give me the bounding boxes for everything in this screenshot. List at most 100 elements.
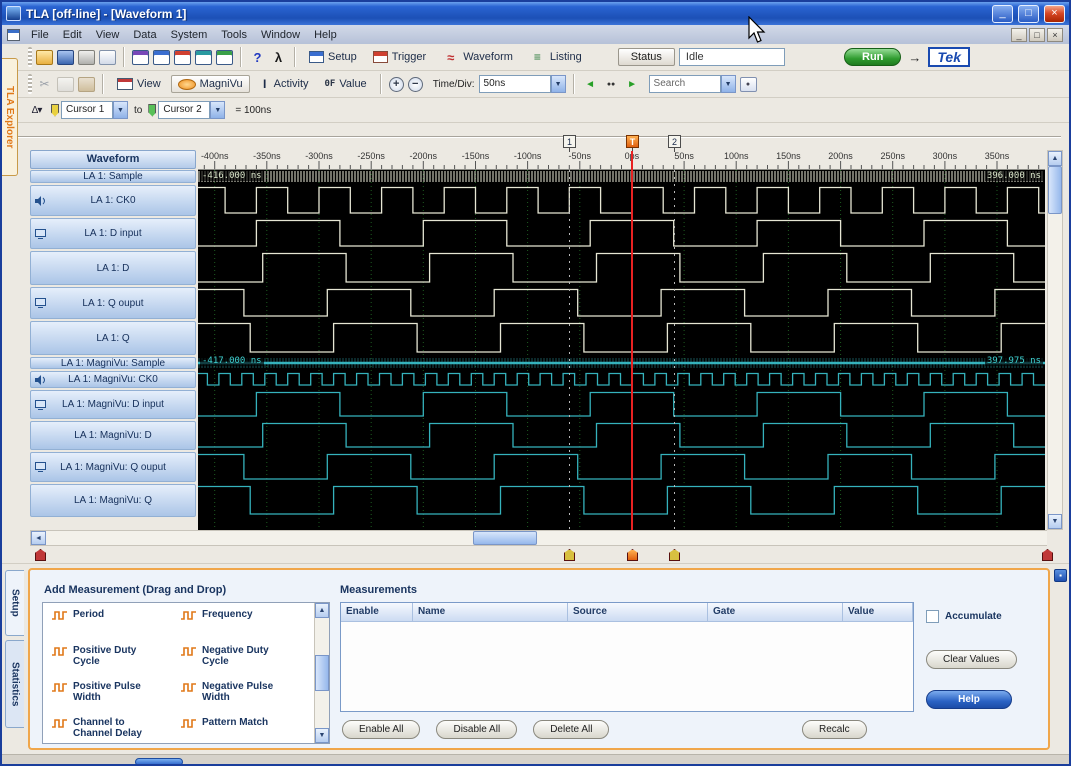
timediv-select[interactable]: 50ns ▼ [479, 75, 566, 93]
mdi-child-icon[interactable] [7, 29, 20, 41]
side-tab-statistics[interactable]: Statistics [5, 640, 24, 728]
enable-all-button[interactable]: Enable All [342, 720, 420, 739]
disable-all-button[interactable]: Disable All [436, 720, 517, 739]
waveform-button[interactable]: Waveform [436, 48, 519, 67]
scroll-down-icon[interactable]: ▼ [1048, 514, 1062, 529]
data-begin-marker[interactable] [35, 549, 46, 561]
measurement-item-positive-duty-cycle[interactable]: Positive Duty Cycle [51, 645, 180, 681]
trigger-bottom-marker[interactable] [627, 549, 638, 561]
zoom-out-icon[interactable] [408, 77, 423, 92]
delta-icon[interactable] [28, 103, 45, 118]
wave-label-la-1-ck0[interactable]: LA 1: CK0 [30, 185, 196, 216]
listing-window-icon[interactable] [216, 50, 233, 65]
trigger-line[interactable] [631, 151, 633, 530]
setup-button[interactable]: Setup [303, 49, 363, 65]
trigger-button[interactable]: Trigger [367, 49, 432, 65]
menu-item-window[interactable]: Window [254, 27, 307, 43]
measurement-item-positive-pulse-width[interactable]: Positive Pulse Width [51, 681, 180, 717]
mdi-close-button[interactable]: × [1047, 28, 1063, 42]
magnivu-button[interactable]: MagniVu [171, 75, 250, 93]
menu-item-system[interactable]: System [164, 27, 215, 43]
toolbar-grip[interactable] [28, 74, 32, 94]
cursor1-bottom-marker[interactable] [564, 549, 575, 561]
menu-item-edit[interactable]: Edit [56, 27, 89, 43]
recalc-button[interactable]: Recalc [802, 720, 867, 739]
measurement-item-channel-to-channel-delay[interactable]: Channel to Channel Delay [51, 717, 180, 744]
menu-item-tools[interactable]: Tools [214, 27, 254, 43]
close-button[interactable]: × [1044, 5, 1065, 23]
cursor2-bottom-marker[interactable] [669, 549, 680, 561]
copy-icon[interactable] [57, 77, 74, 92]
wave-label-la-1-magnivu-q-ouput[interactable]: LA 1: MagniVu: Q ouput [30, 452, 196, 482]
side-tab-setup[interactable]: Setup [5, 570, 24, 636]
activity-button[interactable]: I Activity [254, 75, 315, 93]
delete-all-button[interactable]: Delete All [533, 720, 609, 739]
cursor2-select[interactable]: Cursor 2 ▼ [148, 101, 225, 119]
vertical-scroll-thumb[interactable] [1048, 166, 1062, 214]
menu-item-file[interactable]: File [24, 27, 56, 43]
export-icon[interactable] [99, 50, 116, 65]
scroll-up-icon[interactable]: ▲ [1048, 151, 1062, 166]
zoom-in-icon[interactable] [389, 77, 404, 92]
vertical-scrollbar[interactable]: ▲ ▼ [1047, 150, 1063, 530]
script-icon[interactable] [270, 50, 287, 65]
wave-label-la-1-sample[interactable]: LA 1: Sample [30, 170, 196, 183]
waveform-column-header[interactable]: Waveform [30, 150, 196, 169]
open-icon[interactable] [36, 50, 53, 65]
save-icon[interactable] [57, 50, 74, 65]
cursor1-line[interactable] [569, 170, 570, 530]
wave-label-la-1-d[interactable]: LA 1: D [30, 251, 196, 285]
wave-label-la-1-magnivu-q[interactable]: LA 1: MagniVu: Q [30, 484, 196, 517]
time-ruler[interactable]: -400ns-350ns-300ns-250ns-200ns-150ns-100… [198, 150, 1045, 170]
value-button[interactable]: 0F Value [319, 76, 373, 92]
print-icon[interactable] [78, 50, 95, 65]
run-button[interactable]: Run [844, 48, 901, 66]
cursor2-marker[interactable]: 2 [668, 135, 681, 148]
toolbar-grip[interactable] [28, 47, 32, 67]
trigger-marker[interactable]: T [626, 135, 639, 148]
measurement-item-negative-pulse-width[interactable]: Negative Pulse Width [180, 681, 309, 717]
meas-table-body[interactable] [341, 622, 913, 711]
list-scroll-down-icon[interactable]: ▼ [315, 728, 329, 743]
cursor1-select[interactable]: Cursor 1 ▼ [51, 101, 128, 119]
binoculars-icon[interactable] [603, 77, 620, 92]
horizontal-scrollbar[interactable]: ◄ ► [30, 530, 1063, 546]
minimize-button[interactable]: _ [992, 5, 1013, 23]
cursor2-dropdown-icon[interactable]: ▼ [210, 101, 225, 119]
timediv-dropdown-icon[interactable]: ▼ [551, 75, 566, 93]
wave-label-la-1-q-ouput[interactable]: LA 1: Q ouput [30, 287, 196, 319]
horizontal-scroll-thumb[interactable] [473, 531, 537, 545]
wave-label-la-1-magnivu-d-input[interactable]: LA 1: MagniVu: D input [30, 390, 196, 419]
waveform-window-icon[interactable] [195, 50, 212, 65]
view-button[interactable]: View [111, 76, 167, 92]
list-scroll-up-icon[interactable]: ▲ [315, 603, 329, 618]
wave-label-la-1-d-input[interactable]: LA 1: D input [30, 218, 196, 249]
wave-canvas[interactable]: -416.000 ns 396.000 ns -417.000 ns 397.9… [198, 170, 1045, 530]
setup-window-icon[interactable] [153, 50, 170, 65]
help-icon[interactable] [249, 50, 266, 65]
listing-button[interactable]: Listing [523, 48, 588, 67]
search-prev-icon[interactable] [582, 77, 599, 92]
menu-item-help[interactable]: Help [307, 27, 344, 43]
wave-label-la-1-magnivu-ck0[interactable]: LA 1: MagniVu: CK0 [30, 371, 196, 388]
cursor2-line[interactable] [674, 170, 675, 530]
measurement-item-period[interactable]: Period [51, 609, 180, 645]
measurement-item-pattern-match[interactable]: Pattern Match [180, 717, 309, 744]
measurement-item-frequency[interactable]: Frequency [180, 609, 309, 645]
cursor1-marker[interactable]: 1 [563, 135, 576, 148]
measurement-item-negative-duty-cycle[interactable]: Negative Duty Cycle [180, 645, 309, 681]
mdi-minimize-button[interactable]: _ [1011, 28, 1027, 42]
search-dropdown-icon[interactable]: ▼ [721, 75, 736, 93]
tla-explorer-tab[interactable]: TLA Explorer [2, 58, 18, 176]
cursor1-dropdown-icon[interactable]: ▼ [113, 101, 128, 119]
accumulate-checkbox[interactable] [926, 610, 939, 623]
wave-label-la-1-q[interactable]: LA 1: Q [30, 321, 196, 355]
system-window-icon[interactable] [132, 50, 149, 65]
scroll-left-icon[interactable]: ◄ [31, 531, 46, 545]
menu-item-data[interactable]: Data [126, 27, 163, 43]
status-button[interactable]: Status [618, 48, 675, 66]
menu-item-view[interactable]: View [89, 27, 127, 43]
search-next-icon[interactable] [624, 77, 641, 92]
help-button[interactable]: Help [926, 690, 1012, 709]
panel-expand-icon[interactable]: ▪ [1054, 569, 1067, 582]
